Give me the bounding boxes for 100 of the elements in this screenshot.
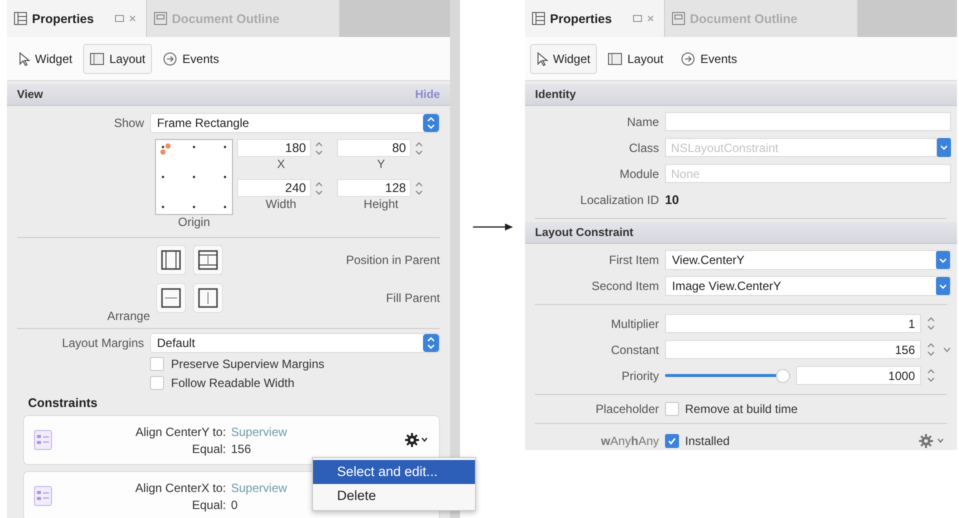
list-icon <box>532 12 545 25</box>
number-field[interactable]: 156 <box>665 340 921 359</box>
stepper-icon[interactable] <box>315 180 323 196</box>
arrange-option: Fill Parent <box>386 291 440 305</box>
constraint-icon <box>34 430 52 450</box>
gear-menu-button[interactable] <box>405 433 429 447</box>
slider-thumb[interactable] <box>776 368 790 382</box>
mode-button[interactable]: Layout <box>83 44 152 74</box>
arrow-circle-icon <box>163 52 178 66</box>
field-label: Class <box>628 140 659 154</box>
mode-button[interactable]: Events <box>156 44 226 74</box>
chevron-down-icon[interactable] <box>943 346 951 352</box>
layout-margins-dropdown[interactable]: Default <box>150 333 440 353</box>
arrow-drawing <box>472 223 512 231</box>
item-dropdown[interactable]: View.CenterY <box>665 250 951 270</box>
stepper-icon[interactable] <box>927 368 935 383</box>
constraint-card[interactable]: Align CenterY to: Superview Equal: 156 <box>23 415 440 465</box>
field-label: First Item <box>608 252 659 266</box>
stepper-arrows-icon <box>423 334 439 352</box>
field-label: Localization ID <box>579 192 659 206</box>
close-icon[interactable] <box>128 15 136 22</box>
number-field[interactable]: 1000 <box>796 366 921 385</box>
constraints-title: Constraints <box>27 395 98 412</box>
number-field[interactable]: 240 <box>237 179 311 197</box>
mode-button[interactable]: Widget <box>12 44 80 74</box>
mode-button[interactable]: Widget <box>530 44 598 74</box>
size-class-label: wAnyhAny <box>600 434 659 448</box>
priority-slider[interactable] <box>665 368 790 384</box>
checkmark-icon <box>667 436 677 446</box>
outline-icon <box>154 12 167 25</box>
checkbox[interactable] <box>150 376 164 390</box>
field-label: Show <box>112 116 144 130</box>
field-label: Name <box>626 114 659 128</box>
dock-icon[interactable] <box>632 15 642 22</box>
constraint-name: Align CenterY to: <box>136 424 226 438</box>
origin-label: Origin <box>178 215 210 229</box>
number-field[interactable]: 180 <box>237 139 311 157</box>
close-icon[interactable] <box>646 15 654 22</box>
field-label: X <box>276 157 285 171</box>
stepper-icon[interactable] <box>315 140 323 156</box>
checkbox-label: Installed <box>685 434 730 448</box>
number-field[interactable]: 1 <box>665 314 921 333</box>
arrange-button[interactable] <box>193 245 223 275</box>
field-label: Second Item <box>590 278 659 292</box>
constraint-icon <box>34 486 52 506</box>
dock-icon[interactable] <box>114 15 124 22</box>
panel-tab[interactable]: Properties <box>7 0 147 37</box>
checkbox[interactable] <box>665 434 679 448</box>
checkbox-label: Remove at build time <box>685 402 798 416</box>
constraint-value: 156 <box>231 442 252 456</box>
layout-icon <box>90 52 104 64</box>
panel-tab[interactable]: Properties <box>525 0 665 37</box>
chevron-down-icon <box>936 250 950 268</box>
stepper-icon[interactable] <box>927 316 935 331</box>
field-label: Height <box>364 197 398 211</box>
item-dropdown[interactable]: Image View.CenterY <box>665 276 951 296</box>
arrange-label: Arrange <box>107 309 150 323</box>
field-label: Width <box>266 197 296 211</box>
stepper-icon[interactable] <box>415 140 423 156</box>
show-dropdown[interactable]: Frame Rectangle <box>150 113 440 133</box>
number-field[interactable]: 80 <box>337 139 411 157</box>
stepper-icon[interactable] <box>415 180 423 196</box>
mode-button[interactable]: Events <box>674 44 744 74</box>
number-field[interactable]: 128 <box>337 179 411 197</box>
field-label: Module <box>618 166 659 180</box>
class-combo-field[interactable]: NSLayoutConstraint <box>665 138 937 157</box>
pin-sides-icon <box>161 250 181 270</box>
arrange-button[interactable] <box>193 283 223 313</box>
field-label: Constant <box>610 342 659 356</box>
checkbox[interactable] <box>665 402 679 416</box>
field-label: Layout Margins <box>60 336 144 350</box>
checkbox-label: Preserve Superview Margins <box>171 356 324 370</box>
arrange-button[interactable] <box>156 283 186 313</box>
checkbox[interactable] <box>150 356 164 370</box>
arrange-button[interactable] <box>156 245 186 275</box>
text-field[interactable] <box>665 112 951 131</box>
fill-height-icon <box>198 288 218 308</box>
stepper-icon[interactable] <box>927 342 935 357</box>
chevron-down-icon[interactable] <box>937 138 951 157</box>
checkbox-label: Follow Readable Width <box>171 376 294 390</box>
origin-grid-drawing[interactable] <box>155 139 233 215</box>
settings-icon <box>405 433 429 447</box>
text-field[interactable]: None <box>665 164 951 183</box>
constraint-name: Align CenterX to: <box>135 480 226 494</box>
outline-icon <box>672 12 685 25</box>
mode-button[interactable]: Layout <box>601 44 670 74</box>
chevron-down-icon <box>936 276 950 294</box>
relation-label: Equal: <box>192 442 226 456</box>
menu-item[interactable]: Select and edit... <box>313 460 475 484</box>
field-label: Multiplier <box>610 316 659 330</box>
constraint-value: 0 <box>231 498 238 512</box>
field-label: Priority <box>620 368 659 382</box>
arrow-circle-icon <box>681 52 696 66</box>
pin-top-bottom-icon <box>198 250 218 270</box>
arrange-option: Position in Parent <box>346 253 440 267</box>
section-title: View <box>17 88 43 100</box>
cursor-icon <box>19 52 30 66</box>
section-title: Identity <box>535 88 576 100</box>
field-label: Y <box>376 157 385 171</box>
list-icon <box>14 12 27 25</box>
